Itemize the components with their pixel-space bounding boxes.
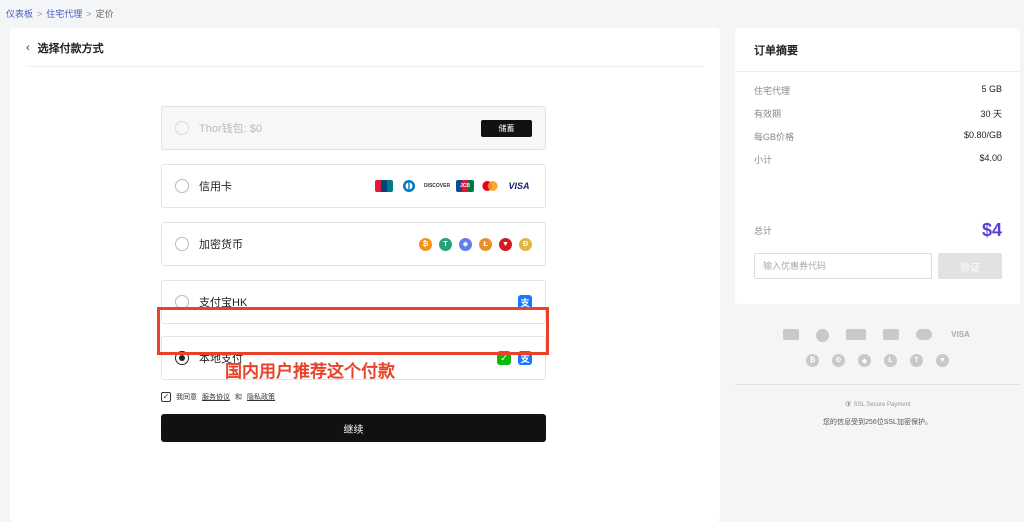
discover-icon: DISCOVER: [423, 183, 451, 189]
row-value: 5 GB: [981, 84, 1002, 94]
union-pay-icon: [782, 329, 799, 340]
row-value: 30 天: [980, 109, 1002, 119]
ethereum-icon: ◆: [459, 237, 472, 251]
tron-icon: ▼: [499, 237, 512, 251]
annotation-text: 国内用户推荐这个付款: [225, 362, 395, 381]
breadcrumb-separator: >: [86, 8, 92, 19]
terms-link[interactable]: 服务协议: [202, 392, 230, 402]
deposit-button[interactable]: 储蓄: [481, 119, 532, 137]
payment-option-credit-card[interactable]: 信用卡 DISCOVER JCB VISA: [161, 164, 546, 208]
row-key: 住宅代理: [754, 86, 791, 96]
row-key: 每GB价格: [754, 132, 795, 142]
back-header[interactable]: ‹ 选择付款方式: [26, 40, 104, 56]
divider: [26, 66, 704, 67]
diners-club-icon: [400, 180, 418, 192]
tether-icon: T: [439, 237, 452, 251]
agree-terms: ✓ 我同意 服务协议和隐私政策: [161, 392, 275, 402]
bitcoin-icon: ₿: [419, 237, 432, 251]
continue-button[interactable]: 继续: [161, 414, 546, 442]
bitcoin-icon: ₿: [806, 354, 819, 367]
option-label: Thor钱包: $0: [199, 123, 262, 135]
visa-icon: VISA: [508, 181, 530, 191]
breadcrumb-residential-proxy[interactable]: 住宅代理: [46, 7, 82, 20]
coupon-input[interactable]: [754, 253, 932, 279]
agree-prefix: 我同意: [176, 394, 197, 401]
jcb-icon: JCB: [456, 180, 474, 192]
payment-option-thor-wallet: Thor钱包: $0 储蓄: [161, 106, 546, 150]
agree-checkbox[interactable]: ✓: [161, 392, 171, 402]
mastercard-icon: [481, 180, 499, 192]
payment-option-crypto[interactable]: 加密货币 ₿ T ◆ Ł ▼ Ð: [161, 222, 546, 266]
order-summary: 订单摘要 住宅代理 5 GB 有效期 30 天 每GB价格 $0.80/GB 小…: [735, 28, 1020, 304]
row-value: $0.80/GB: [963, 130, 1002, 140]
total-row: 总计 $4: [754, 220, 1002, 241]
summary-row: 住宅代理 5 GB: [754, 84, 1002, 97]
breadcrumb: 仪表板 > 住宅代理 > 定价: [6, 7, 114, 20]
litecoin-icon: Ł: [884, 354, 897, 367]
ssl-description: 您的信息受到256位SSL加密保护。: [823, 419, 932, 426]
row-value: $4.00: [979, 153, 1002, 163]
row-key: 有效期: [754, 109, 782, 119]
summary-row: 小计 $4.00: [754, 153, 1002, 166]
tron-icon: ▼: [936, 354, 949, 367]
highlight-box: [157, 307, 549, 355]
breadcrumb-pricing: 定价: [95, 9, 114, 19]
option-label: 信用卡: [199, 181, 232, 193]
divider: [735, 71, 1020, 72]
breadcrumb-separator: >: [37, 8, 43, 19]
privacy-link[interactable]: 隐私政策: [247, 392, 275, 402]
radio-crypto[interactable]: [175, 237, 189, 251]
jcb-icon: [882, 329, 899, 340]
total-label: 总计: [754, 226, 773, 236]
visa-icon: VISA: [951, 330, 970, 339]
tether-icon: T: [910, 354, 923, 367]
agree-and: 和: [235, 394, 242, 401]
ethereum-icon: ◆: [858, 354, 871, 367]
summary-title: 订单摘要: [754, 45, 798, 57]
litecoin-icon: Ł: [479, 237, 492, 251]
page-title: 选择付款方式: [37, 43, 104, 55]
payment-method-panel: ‹ 选择付款方式: [10, 28, 720, 522]
row-key: 小计: [754, 155, 773, 165]
divider: [735, 384, 1020, 385]
mastercard-icon: [915, 329, 932, 340]
summary-row: 有效期 30 天: [754, 107, 1002, 120]
discover-icon: [845, 329, 866, 340]
radio-credit-card[interactable]: [175, 179, 189, 193]
summary-row: 每GB价格 $0.80/GB: [754, 130, 1002, 143]
union-pay-icon: [375, 180, 393, 192]
verify-button[interactable]: 验证: [938, 253, 1002, 279]
radio-thor-wallet: [175, 121, 189, 135]
ssl-badge: 🛡 SSL Secure Payment: [735, 401, 1020, 408]
dogecoin-icon: Ð: [519, 237, 532, 251]
breadcrumb-dashboard[interactable]: 仪表板: [6, 7, 33, 20]
dogecoin-icon: Ð: [832, 354, 845, 367]
shield-icon: 🛡: [844, 402, 852, 408]
chevron-left-icon[interactable]: ‹: [26, 42, 30, 54]
total-value: $4: [981, 220, 1002, 240]
diners-club-icon: [815, 329, 829, 342]
option-label: 加密货币: [199, 239, 243, 251]
ssl-label: SSL Secure Payment: [853, 402, 911, 408]
